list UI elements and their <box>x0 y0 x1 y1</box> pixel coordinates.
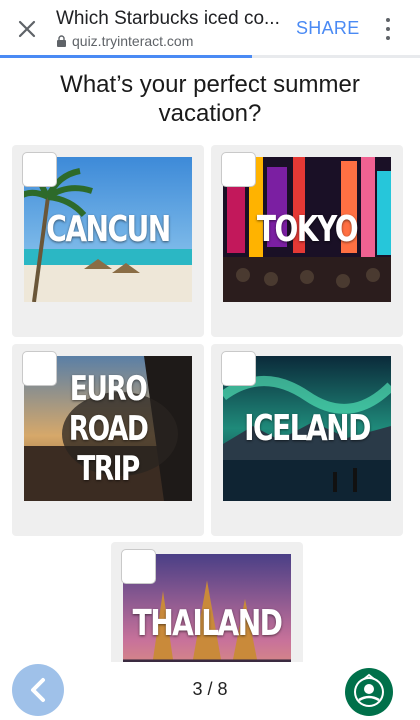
more-menu-button[interactable] <box>378 16 398 42</box>
answer-checkbox[interactable] <box>22 152 57 187</box>
starbucks-logo <box>344 667 394 717</box>
url-row: quiz.tryinteract.com <box>56 33 284 49</box>
page-load-progress <box>0 55 420 58</box>
lock-icon <box>57 35 66 47</box>
answer-euro-road-trip[interactable]: EURO ROAD TRIP <box>12 344 204 536</box>
answer-thailand[interactable]: THAILAND <box>111 542 303 667</box>
answer-tokyo[interactable]: TOKYO <box>211 145 403 337</box>
close-icon <box>18 20 36 38</box>
page-url: quiz.tryinteract.com <box>72 33 194 49</box>
more-vert-icon <box>386 18 390 22</box>
answer-label: TOKYO <box>256 208 359 250</box>
answer-label: THAILAND <box>132 603 283 644</box>
close-button[interactable] <box>12 14 42 44</box>
answer-label: CANCUN <box>46 208 171 250</box>
answer-checkbox[interactable] <box>22 351 57 386</box>
chevron-left-icon <box>31 678 45 702</box>
page-title-block: Which Starbucks iced co... quiz.tryinter… <box>56 8 284 49</box>
question-counter: 3 / 8 <box>192 679 228 699</box>
share-button[interactable]: SHARE <box>296 18 360 39</box>
answer-iceland[interactable]: ICELAND <box>211 344 403 536</box>
answer-checkbox[interactable] <box>221 152 256 187</box>
page-title: Which Starbucks iced co... <box>56 8 280 29</box>
answer-checkbox[interactable] <box>121 549 156 584</box>
quiz-footer: 3 / 8 <box>0 662 420 720</box>
browser-toolbar: Which Starbucks iced co... quiz.tryinter… <box>0 0 420 58</box>
answer-cancun[interactable]: CANCUN <box>12 145 204 337</box>
answer-label: EURO ROAD TRIP <box>68 368 149 489</box>
answer-checkbox[interactable] <box>221 351 256 386</box>
answer-label: ICELAND <box>244 407 371 449</box>
quiz-question: What’s your perfect summer vacation? <box>60 71 360 127</box>
page-load-progress-fill <box>0 55 252 58</box>
back-button[interactable] <box>12 664 64 716</box>
